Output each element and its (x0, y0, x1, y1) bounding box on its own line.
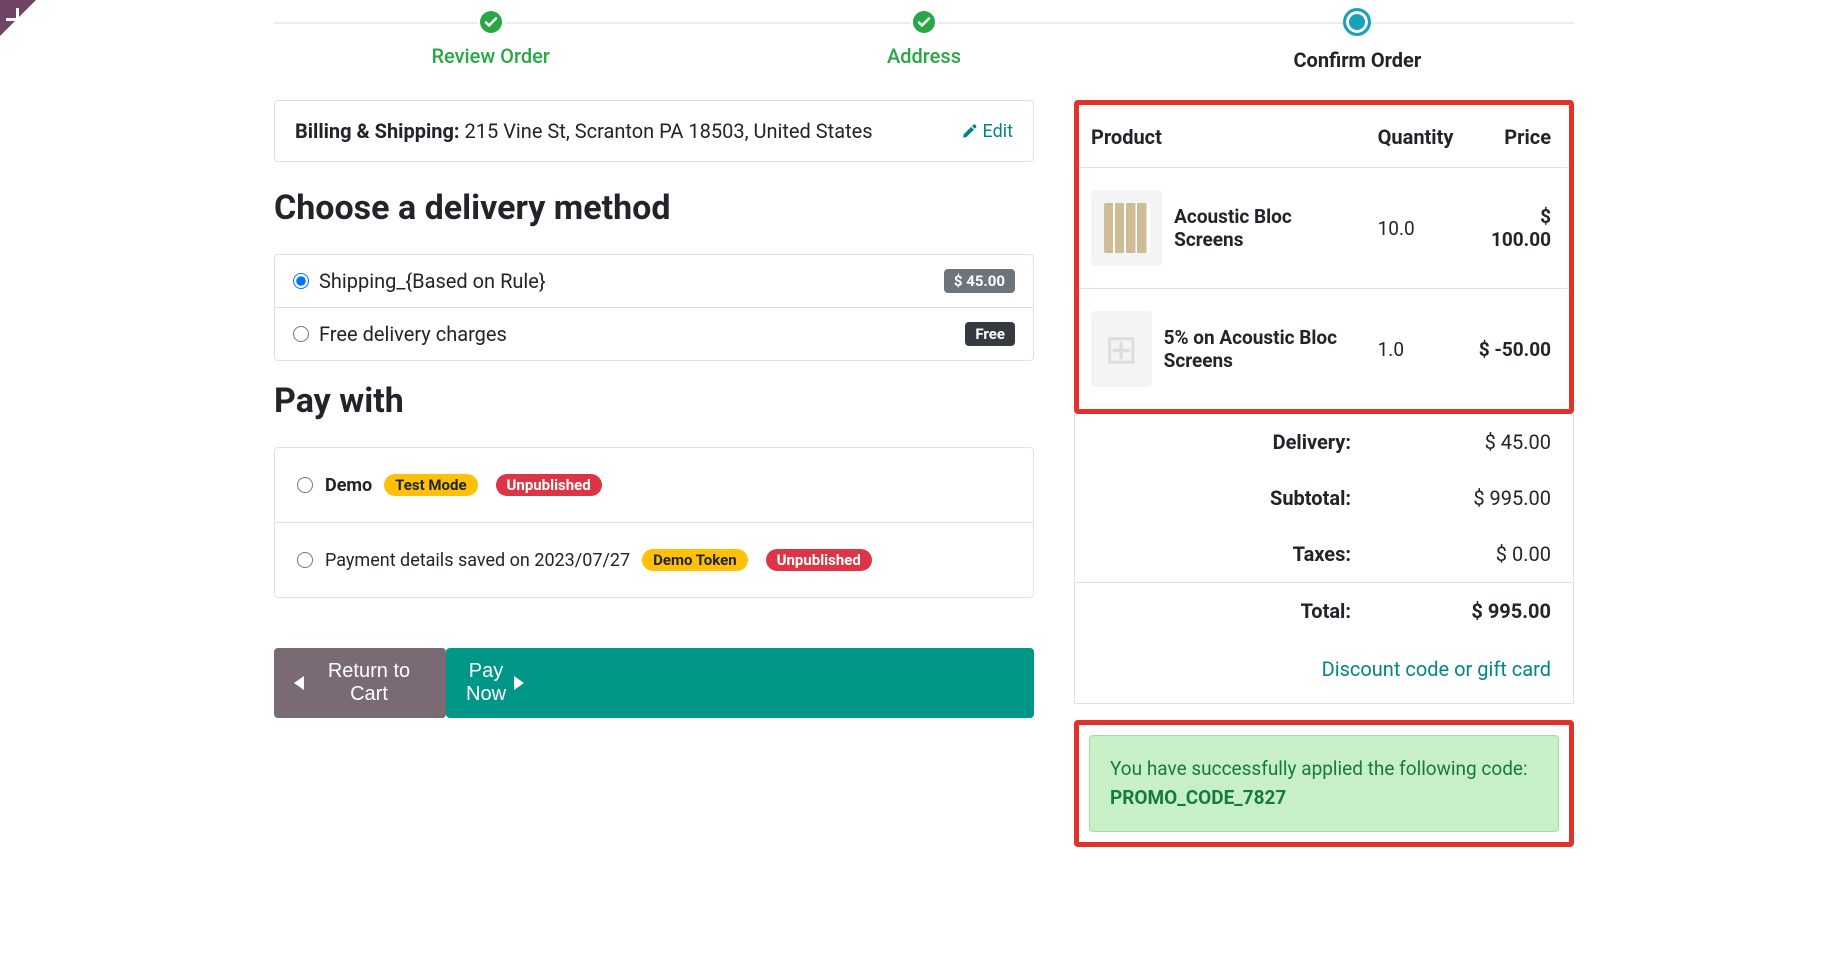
step-address[interactable]: Address (707, 8, 1140, 72)
payment-radio[interactable] (297, 477, 313, 493)
delivery-heading: Choose a delivery method (274, 188, 1034, 228)
promo-applied-highlight: You have successfully applied the follow… (1074, 720, 1574, 847)
totals-line: Subtotal: $ 995.00 (1075, 470, 1573, 526)
delivery-option-label: Shipping_{Based on Rule} (319, 269, 546, 293)
delivery-radio[interactable] (293, 326, 309, 342)
check-icon (910, 8, 938, 36)
pay-now-button[interactable]: Pay Now (446, 648, 1034, 718)
order-summary-highlight: Product Quantity Price Acoustic Bloc Scr… (1074, 100, 1574, 414)
delivery-price-badge: $ 45.00 (944, 269, 1015, 293)
step-label: Confirm Order (1141, 48, 1574, 72)
billing-address: 215 Vine St, Scranton PA 18503, United S… (465, 119, 873, 143)
billing-shipping-text: Billing & Shipping: 215 Vine St, Scranto… (295, 119, 873, 143)
chevron-left-icon (294, 676, 304, 690)
test-mode-pill: Test Mode (384, 474, 477, 496)
dot-icon (1343, 8, 1371, 36)
payment-options: Demo Test Mode Unpublished Payment detai… (274, 447, 1034, 598)
product-qty: 10.0 (1366, 168, 1466, 289)
unpublished-pill: Unpublished (766, 549, 872, 571)
table-row: Acoustic Bloc Screens 10.0 $ 100.00 (1079, 168, 1569, 289)
order-items-table: Product Quantity Price Acoustic Bloc Scr… (1079, 105, 1569, 409)
totals-line-total: Total: $ 995.00 (1075, 582, 1573, 639)
edit-address-link[interactable]: Edit (961, 121, 1013, 142)
payment-radio[interactable] (297, 552, 313, 568)
step-label: Address (707, 44, 1140, 68)
totals-label: Total: (1231, 599, 1351, 623)
discount-row: Discount code or gift card (1075, 639, 1573, 703)
promo-alert: You have successfully applied the follow… (1089, 735, 1559, 832)
payment-option-label: Payment details saved on 2023/07/27 (325, 550, 630, 571)
button-label: Return to Cart (312, 660, 426, 706)
pencil-icon (961, 123, 977, 139)
delivery-radio[interactable] (293, 273, 309, 289)
col-quantity: Quantity (1366, 105, 1466, 168)
totals-line: Delivery: $ 45.00 (1075, 414, 1573, 470)
totals-label: Taxes: (1231, 542, 1351, 566)
step-confirm[interactable]: Confirm Order (1141, 8, 1574, 72)
payment-option-demo[interactable]: Demo Test Mode Unpublished (275, 448, 1033, 523)
return-to-cart-button[interactable]: Return to Cart (274, 648, 446, 718)
totals-value: $ 0.00 (1441, 542, 1551, 566)
demo-token-pill: Demo Token (642, 549, 748, 571)
delivery-options: Shipping_{Based on Rule} $ 45.00 Free de… (274, 254, 1034, 361)
checkout-progress: Review Order Address Confirm Order (274, 0, 1574, 72)
product-name: 5% on Acoustic Bloc Screens (1164, 326, 1354, 372)
delivery-price-badge: Free (965, 322, 1015, 346)
billing-label: Billing & Shipping: (295, 119, 460, 143)
product-price: $ -50.00 (1465, 289, 1569, 410)
chevron-right-icon (514, 676, 1014, 690)
product-price: $ 100.00 (1465, 168, 1569, 289)
discount-code-link[interactable]: Discount code or gift card (1322, 657, 1551, 681)
edit-text: Edit (983, 121, 1013, 142)
totals-label: Subtotal: (1231, 486, 1351, 510)
payment-option-label: Demo (325, 475, 372, 496)
app-corner-badge (0, 0, 36, 36)
promo-code: PROMO_CODE_7827 (1110, 786, 1286, 809)
delivery-option-free[interactable]: Free delivery charges Free (275, 308, 1033, 360)
step-review[interactable]: Review Order (274, 8, 707, 72)
button-label: Pay Now (466, 660, 506, 706)
totals-line: Taxes: $ 0.00 (1075, 526, 1573, 582)
order-totals: Delivery: $ 45.00 Subtotal: $ 995.00 Tax… (1074, 414, 1574, 704)
pay-heading: Pay with (274, 381, 1034, 421)
totals-value: $ 995.00 (1441, 599, 1551, 623)
col-price: Price (1465, 105, 1569, 168)
delivery-option-rule[interactable]: Shipping_{Based on Rule} $ 45.00 (275, 255, 1033, 308)
unpublished-pill: Unpublished (496, 474, 602, 496)
delivery-option-label: Free delivery charges (319, 322, 507, 346)
step-label: Review Order (274, 44, 707, 68)
product-thumb-icon (1091, 190, 1162, 266)
checkout-actions: Return to Cart Pay Now (274, 648, 1034, 718)
totals-label: Delivery: (1231, 430, 1351, 454)
promo-message: You have successfully applied the follow… (1110, 757, 1528, 780)
product-qty: 1.0 (1366, 289, 1466, 410)
col-product: Product (1079, 105, 1366, 168)
totals-value: $ 995.00 (1441, 486, 1551, 510)
payment-option-saved[interactable]: Payment details saved on 2023/07/27 Demo… (275, 523, 1033, 597)
table-row: 5% on Acoustic Bloc Screens 1.0 $ -50.00 (1079, 289, 1569, 410)
product-name: Acoustic Bloc Screens (1174, 205, 1353, 251)
totals-value: $ 45.00 (1441, 430, 1551, 454)
product-thumb-icon (1091, 311, 1152, 387)
check-icon (477, 8, 505, 36)
billing-shipping-card: Billing & Shipping: 215 Vine St, Scranto… (274, 100, 1034, 162)
